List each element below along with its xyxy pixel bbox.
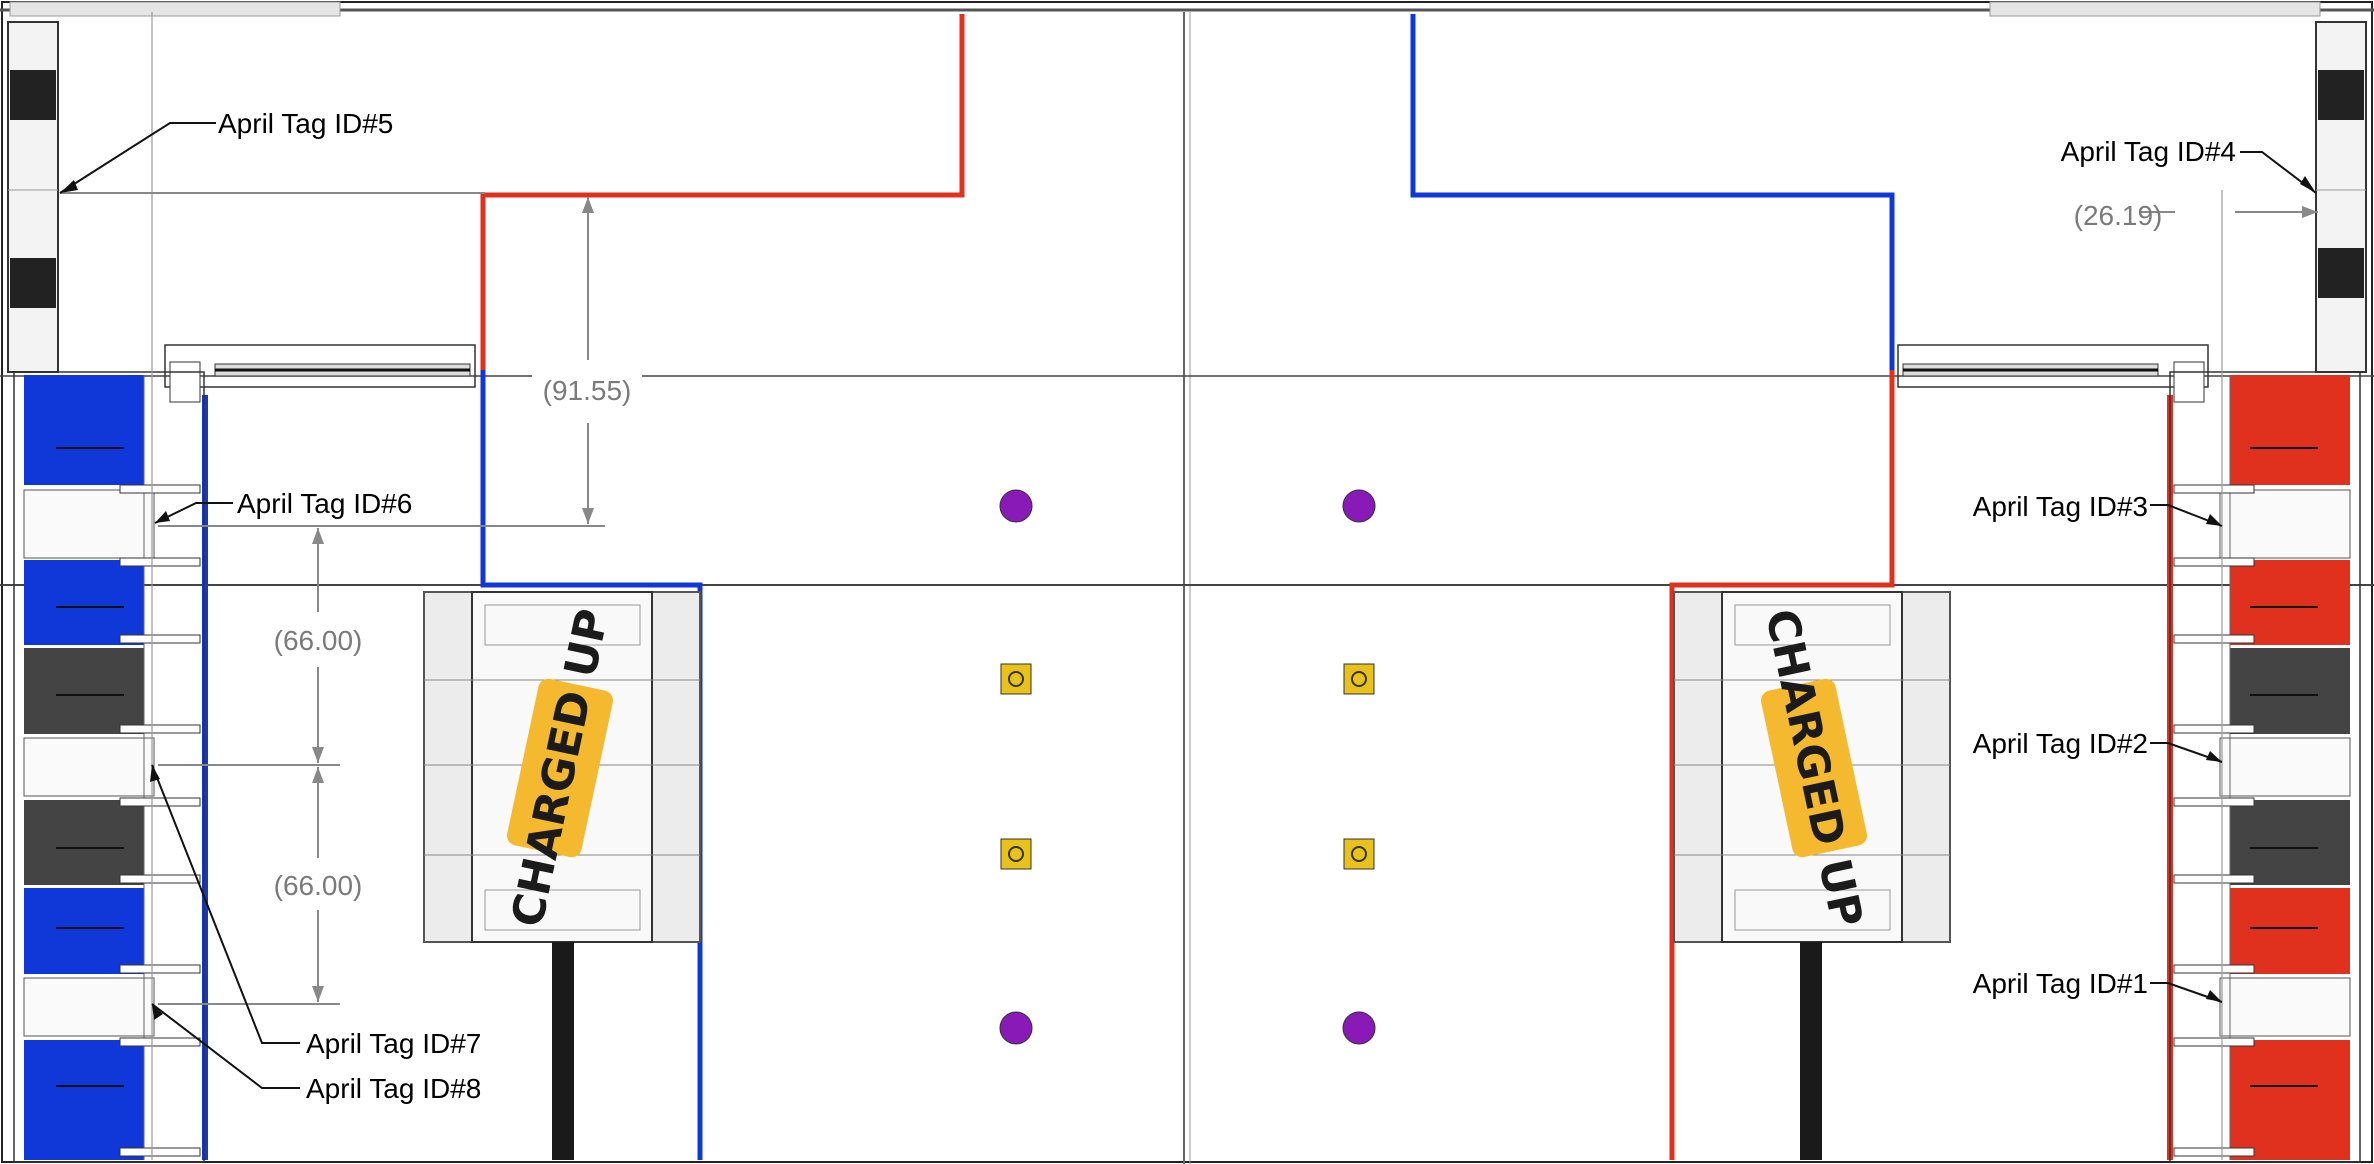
- cube-3: [999, 1011, 1033, 1045]
- april-tag-5-label: April Tag ID#5: [218, 108, 393, 139]
- april-tag-4-label: April Tag ID#4: [2061, 136, 2236, 167]
- april-tag-2-label: April Tag ID#2: [1973, 728, 2148, 759]
- cone-3: [1000, 838, 1032, 870]
- cone-2: [1343, 663, 1375, 695]
- dimension-label-2: (66.00): [274, 625, 363, 656]
- cube-4: [1342, 1011, 1376, 1045]
- cone-1: [1000, 663, 1032, 695]
- top-rail-right: [1989, 1, 2321, 17]
- dimension-label-3: (66.00): [274, 870, 363, 901]
- dimension-label-1: (91.55): [543, 375, 632, 406]
- dimension-label-4: (26.19): [2074, 200, 2163, 231]
- cube-2: [1342, 489, 1376, 523]
- april-tag-6-label: April Tag ID#6: [237, 488, 412, 519]
- cone-4: [1343, 838, 1375, 870]
- april-tag-1-label: April Tag ID#1: [1973, 968, 2148, 999]
- substation-left: [7, 21, 59, 373]
- top-rail-left: [9, 1, 341, 17]
- substation-right: [2315, 21, 2367, 373]
- april-tag-8-label: April Tag ID#8: [306, 1073, 481, 1104]
- field-drawing: CHARGED UP CHARGED UP (91.55) (66.00) (6…: [0, 1, 2374, 1164]
- cube-1: [999, 489, 1033, 523]
- april-tag-7-label: April Tag ID#7: [306, 1028, 481, 1059]
- april-tag-3-label: April Tag ID#3: [1973, 491, 2148, 522]
